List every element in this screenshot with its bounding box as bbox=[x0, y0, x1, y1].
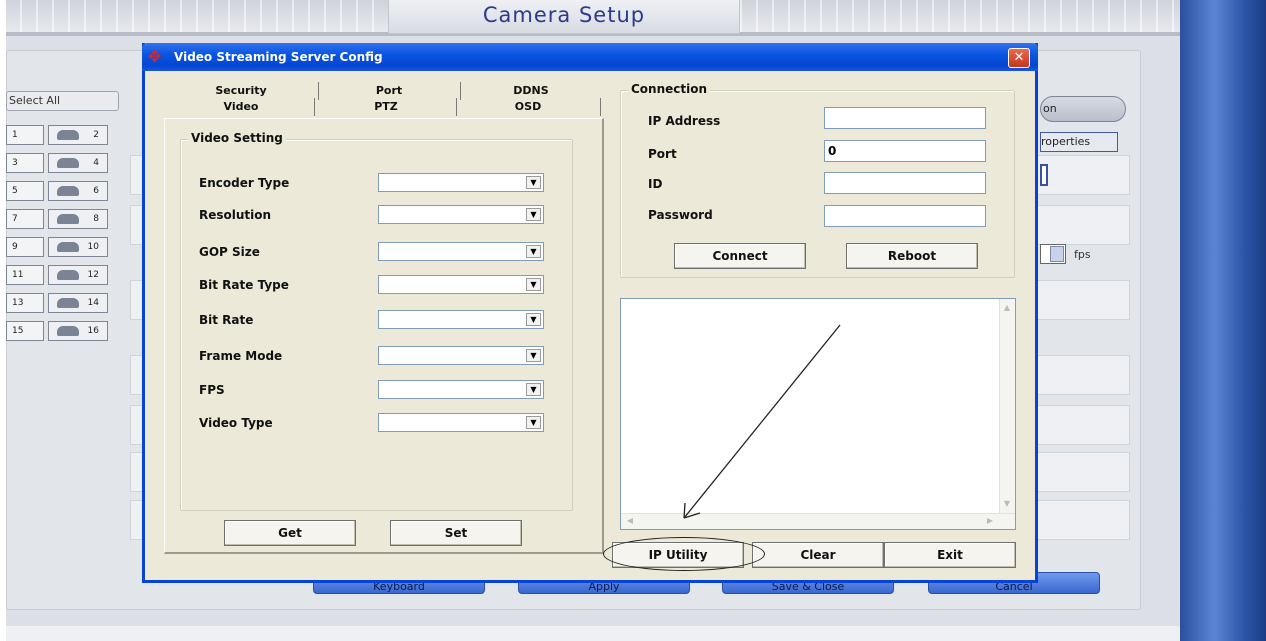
clear-button[interactable]: Clear bbox=[752, 542, 884, 568]
exit-button[interactable]: Exit bbox=[884, 542, 1016, 568]
annotation-ellipse bbox=[603, 537, 765, 571]
